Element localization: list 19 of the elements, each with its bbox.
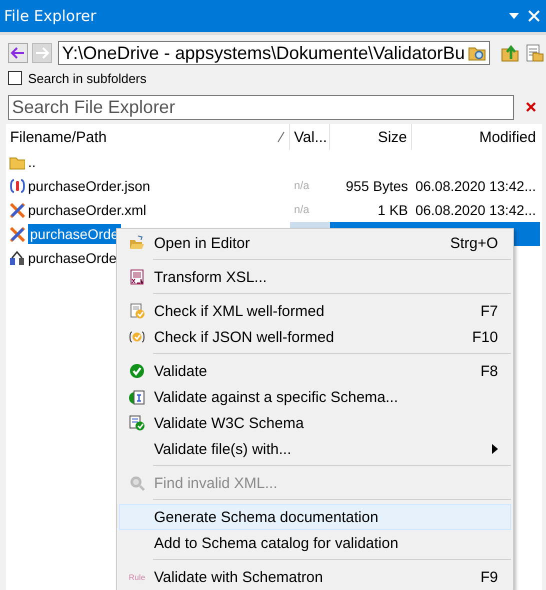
window-title: File Explorer: [4, 7, 96, 25]
file-name: purchaseOrder.json: [28, 178, 150, 194]
shortcut-text: F10: [472, 328, 498, 346]
shortcut-text: Strg+O: [450, 234, 498, 252]
checkbox-label: Search in subfolders: [28, 70, 147, 86]
file-name: ..: [28, 154, 36, 170]
file-name: purchaseOrder.xml: [28, 202, 146, 218]
modified-date: 06.08.2020 13:42...: [415, 202, 536, 218]
validity-text: n/a: [294, 180, 310, 192]
modified-date: 06.08.2020 13:42...: [415, 178, 536, 194]
file-size: 955 Bytes: [346, 178, 408, 194]
rule-icon: Rule: [128, 572, 146, 582]
file-size: 1 KB: [378, 202, 408, 218]
file-name: purchaseOrde: [28, 224, 121, 244]
file-name: purchaseOrde: [28, 250, 117, 266]
shortcut-text: F7: [480, 302, 498, 320]
shortcut-text: F9: [480, 568, 498, 586]
shortcut-text: F8: [480, 362, 498, 380]
validity-text: n/a: [294, 204, 310, 216]
